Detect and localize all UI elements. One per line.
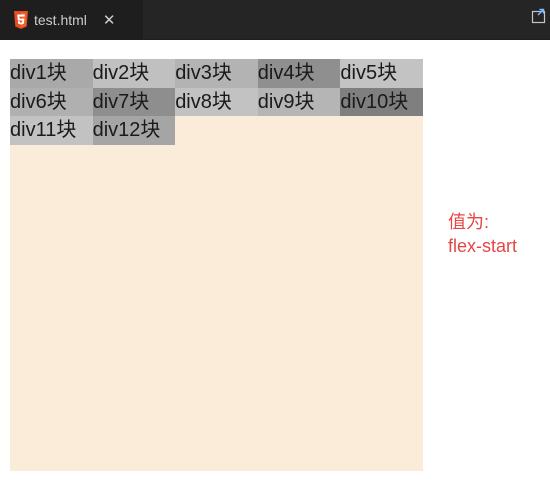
side-note: 值为: flex-start [448,210,517,258]
flex-item: div6块 [10,87,93,116]
note-line-2: flex-start [448,236,518,256]
close-icon[interactable]: ✕ [103,0,116,40]
flex-item: div11块 [10,116,93,145]
open-changes-icon[interactable] [530,6,548,24]
tab-label: test.html [34,12,87,28]
flex-item: div10块 [340,87,423,116]
flex-item: div1块 [10,59,93,88]
tab-test-html[interactable]: test.html ✕ [0,0,143,40]
note-line-1: 值为: [448,212,490,232]
flex-item: div4块 [257,59,341,88]
flex-item: div2块 [92,59,176,88]
flex-item: div12块 [92,116,176,145]
flex-item: div3块 [175,59,258,88]
flex-item: div9块 [257,87,341,116]
html5-icon [14,11,28,29]
page-viewport: div1块 div2块 div3块 div4块 div5块 div6块 div7块 div8块… [0,40,550,491]
flex-container: div1块 div2块 div3块 div4块 div5块 div6块 div7块 div8块… [10,59,423,471]
flex-item: div5块 [340,59,423,88]
flex-item: div7块 [92,87,176,116]
flex-item: div8块 [175,87,258,116]
editor-tab-bar: test.html ✕ [0,0,550,40]
